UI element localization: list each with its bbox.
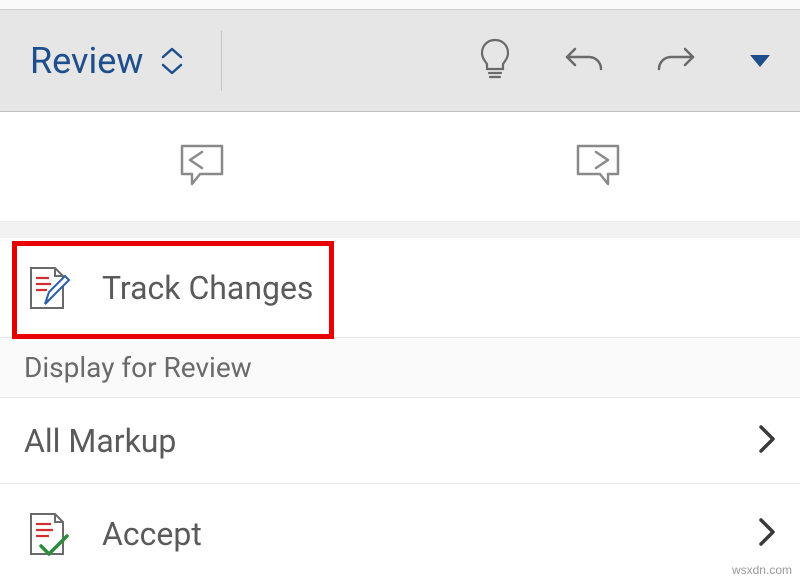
tell-me-button[interactable] [450,10,540,111]
track-changes-button[interactable]: Track Changes [0,238,800,338]
comment-navigation-row [0,112,800,222]
ribbon-tab-label: Review [30,40,143,82]
undo-button[interactable] [540,10,630,111]
redo-icon [653,39,697,83]
next-comment-button[interactable] [400,112,800,221]
display-for-review-label: Display for Review [24,351,252,384]
ribbon-toolbar: Review [0,10,800,112]
lightbulb-icon [478,37,512,85]
track-changes-label: Track Changes [102,269,776,307]
display-for-review-header: Display for Review [0,338,800,398]
triangle-down-icon [750,55,770,67]
toolbar-overflow-button[interactable] [720,10,800,111]
all-markup-label: All Markup [24,422,730,460]
previous-comment-icon [172,140,228,194]
tab-selector-chevrons-icon [161,47,183,75]
chevron-right-icon [758,424,776,458]
toolbar-divider [221,31,222,91]
chevron-right-icon [758,517,776,551]
watermark: wsxdn.com [732,563,792,577]
ribbon-tab-selector[interactable]: Review [0,10,213,111]
accept-button[interactable]: Accept [0,484,800,584]
next-comment-icon [572,140,628,194]
redo-button[interactable] [630,10,720,111]
separator-band [0,222,800,238]
document-edge [0,0,800,10]
undo-icon [563,39,607,83]
track-changes-icon [24,264,74,312]
all-markup-button[interactable]: All Markup [0,398,800,484]
accept-label: Accept [102,515,730,553]
previous-comment-button[interactable] [0,112,400,221]
accept-icon [24,510,74,558]
